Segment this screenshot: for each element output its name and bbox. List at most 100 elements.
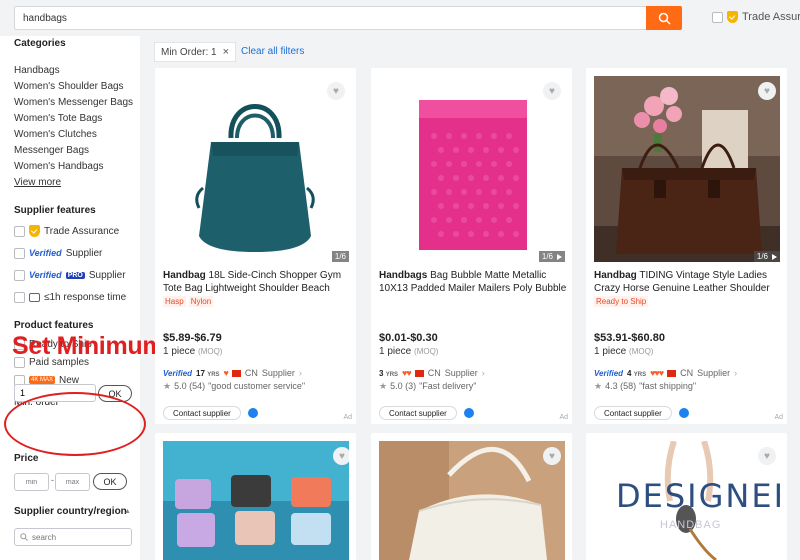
region-search-field	[14, 528, 132, 546]
chevron-up-icon[interactable]: ▲	[124, 508, 131, 515]
ad-label: Ad	[559, 414, 568, 421]
product-image[interactable]: DESIGNER HANDBAG ♥	[594, 441, 780, 560]
heart-icon: ♥	[339, 450, 345, 462]
favorite-button[interactable]: ♥	[327, 82, 345, 100]
price-ok-button[interactable]: OK	[93, 473, 127, 490]
supplier-info: Verified 4 YRS ♥♥♥ CN Supplier ›	[594, 368, 737, 378]
category-list: Handbags Women's Shoulder Bags Women's M…	[14, 63, 140, 191]
product-card[interactable]: ♥ 1/6 Handbags Bag Bubble Matte Metallic…	[371, 68, 572, 424]
filter-verified-pro-supplier[interactable]: Verified PRO Supplier	[14, 264, 140, 286]
product-card[interactable]: ♥	[155, 433, 356, 560]
contact-supplier-button[interactable]: Contact supplier	[594, 406, 672, 420]
product-card[interactable]: ♥ 1/6 Handbag TIDING Vintage Style Ladie…	[586, 68, 787, 424]
play-video-icon[interactable]	[772, 253, 777, 260]
teal-tote-bag-image	[195, 104, 315, 252]
price-max-field	[55, 473, 90, 491]
product-image[interactable]: ♥ 1/6	[379, 76, 565, 262]
supplier-country: CN	[680, 368, 694, 378]
rating-value: 5.0 (3)	[390, 381, 417, 391]
chevron-right-icon: ›	[298, 368, 302, 378]
chat-now-icon[interactable]	[679, 408, 689, 418]
colorful-bags-image	[163, 441, 349, 560]
product-card[interactable]: ♥ 1/6 Handbag 18L Side-Cinch Shopper Gym…	[155, 68, 356, 424]
product-price: $0.01-$0.30	[379, 332, 438, 344]
product-card[interactable]: ♥	[371, 433, 572, 560]
verified-pro-badge: Verified	[29, 270, 62, 280]
supplier-country: CN	[244, 368, 258, 378]
product-title[interactable]: Handbag 18L Side-Cinch Shopper Gym Tote …	[163, 269, 351, 295]
supplier-type-link[interactable]: Supplier	[262, 368, 295, 378]
response-time-checkbox[interactable]	[14, 291, 25, 303]
product-price: $53.91-$60.80	[594, 332, 665, 344]
category-item-womens-handbags[interactable]: Women's Handbags	[14, 159, 140, 175]
filter-verified-supplier[interactable]: Verified Supplier	[14, 242, 140, 264]
verified-supplier-label: Supplier	[65, 247, 103, 259]
favorite-button[interactable]: ♥	[543, 82, 561, 100]
filter-chip-min-order[interactable]: Min Order: 1 ×	[154, 42, 237, 62]
chat-icon	[29, 292, 40, 302]
trade-assurance-filter[interactable]: Trade Assurance	[712, 11, 800, 23]
product-title[interactable]: Handbag TIDING Vintage Style Ladies Craz…	[594, 269, 782, 295]
product-features-heading: Product features	[14, 320, 94, 331]
product-title[interactable]: Handbags Bag Bubble Matte Metallic 10X13…	[379, 269, 567, 295]
supplier-type-link[interactable]: Supplier	[697, 368, 730, 378]
verified-badge: Verified	[163, 368, 193, 378]
heart-icon: ♥	[333, 85, 339, 97]
product-image[interactable]: ♥ 1/6	[594, 76, 780, 262]
category-item-messenger-bags[interactable]: Messenger Bags	[14, 143, 140, 159]
clear-all-filters-link[interactable]: Clear all filters	[241, 46, 304, 57]
verified-badge: Verified	[29, 248, 62, 258]
favorite-button[interactable]: ♥	[758, 447, 776, 465]
category-item-womens-tote-bags[interactable]: Women's Tote Bags	[14, 111, 140, 127]
search-button[interactable]	[646, 6, 682, 30]
contact-supplier-button[interactable]: Contact supplier	[163, 406, 241, 420]
image-count: 1/6	[753, 251, 780, 262]
price-min-field	[14, 473, 49, 491]
play-video-icon[interactable]	[557, 253, 562, 260]
product-moq: 1 piece (MOQ)	[594, 346, 654, 357]
price-min-input[interactable]	[15, 474, 48, 490]
price-heading: Price	[14, 453, 39, 464]
close-icon[interactable]: ×	[223, 46, 229, 58]
new-badge: 4K MAX	[29, 376, 56, 384]
heart-icon: ♥	[549, 450, 555, 462]
chat-now-icon[interactable]	[464, 408, 474, 418]
supplier-type-link[interactable]: Supplier	[445, 368, 478, 378]
chat-now-icon[interactable]	[248, 408, 258, 418]
filter-trade-assurance[interactable]: Trade Assurance	[14, 220, 140, 242]
favorite-button[interactable]: ♥	[758, 82, 776, 100]
rating-row: ★ 5.0 (54) "good customer service"	[163, 381, 305, 392]
category-item-handbags[interactable]: Handbags	[14, 63, 140, 79]
supplier-info: Verified 17 YRS ♥ CN Supplier ›	[163, 368, 302, 378]
filter-response-time[interactable]: ≤1h response time	[14, 286, 140, 308]
product-image[interactable]: ♥ 1/6	[163, 76, 349, 262]
product-moq: 1 piece (MOQ)	[379, 346, 439, 357]
category-item-womens-clutches[interactable]: Women's Clutches	[14, 127, 140, 143]
rating-value: 4.3 (58)	[605, 381, 637, 391]
favorite-button[interactable]: ♥	[333, 447, 349, 465]
product-image[interactable]: ♥	[163, 441, 349, 560]
favorite-button[interactable]: ♥	[543, 447, 561, 465]
search-icon	[658, 12, 671, 25]
product-image[interactable]: ♥	[379, 441, 565, 560]
contact-supplier-button[interactable]: Contact supplier	[379, 406, 457, 420]
image-count: 1/6	[331, 251, 349, 262]
price-max-input[interactable]	[56, 474, 89, 490]
supplier-country: CN	[427, 368, 441, 378]
product-tag: Hasp	[163, 296, 186, 307]
category-item-womens-messenger-bags[interactable]: Women's Messenger Bags	[14, 95, 140, 111]
verified-pro-checkbox[interactable]	[14, 269, 25, 281]
view-more-link[interactable]: View more	[14, 175, 140, 191]
verified-supplier-checkbox[interactable]	[14, 247, 25, 259]
product-moq: 1 piece (MOQ)	[163, 346, 223, 357]
verified-pro-label: Supplier	[88, 269, 126, 281]
trade-assurance-checkbox[interactable]	[14, 225, 25, 237]
designer-text: DESIGNER	[616, 477, 780, 515]
search-input[interactable]	[15, 7, 615, 29]
cn-flag-icon	[414, 369, 424, 377]
region-search-input[interactable]	[32, 532, 122, 542]
trade-assurance-top-checkbox[interactable]	[712, 11, 723, 23]
product-tags: Ready to Ship	[594, 296, 649, 307]
product-card[interactable]: DESIGNER HANDBAG ♥	[586, 433, 787, 560]
category-item-womens-shoulder-bags[interactable]: Women's Shoulder Bags	[14, 79, 140, 95]
